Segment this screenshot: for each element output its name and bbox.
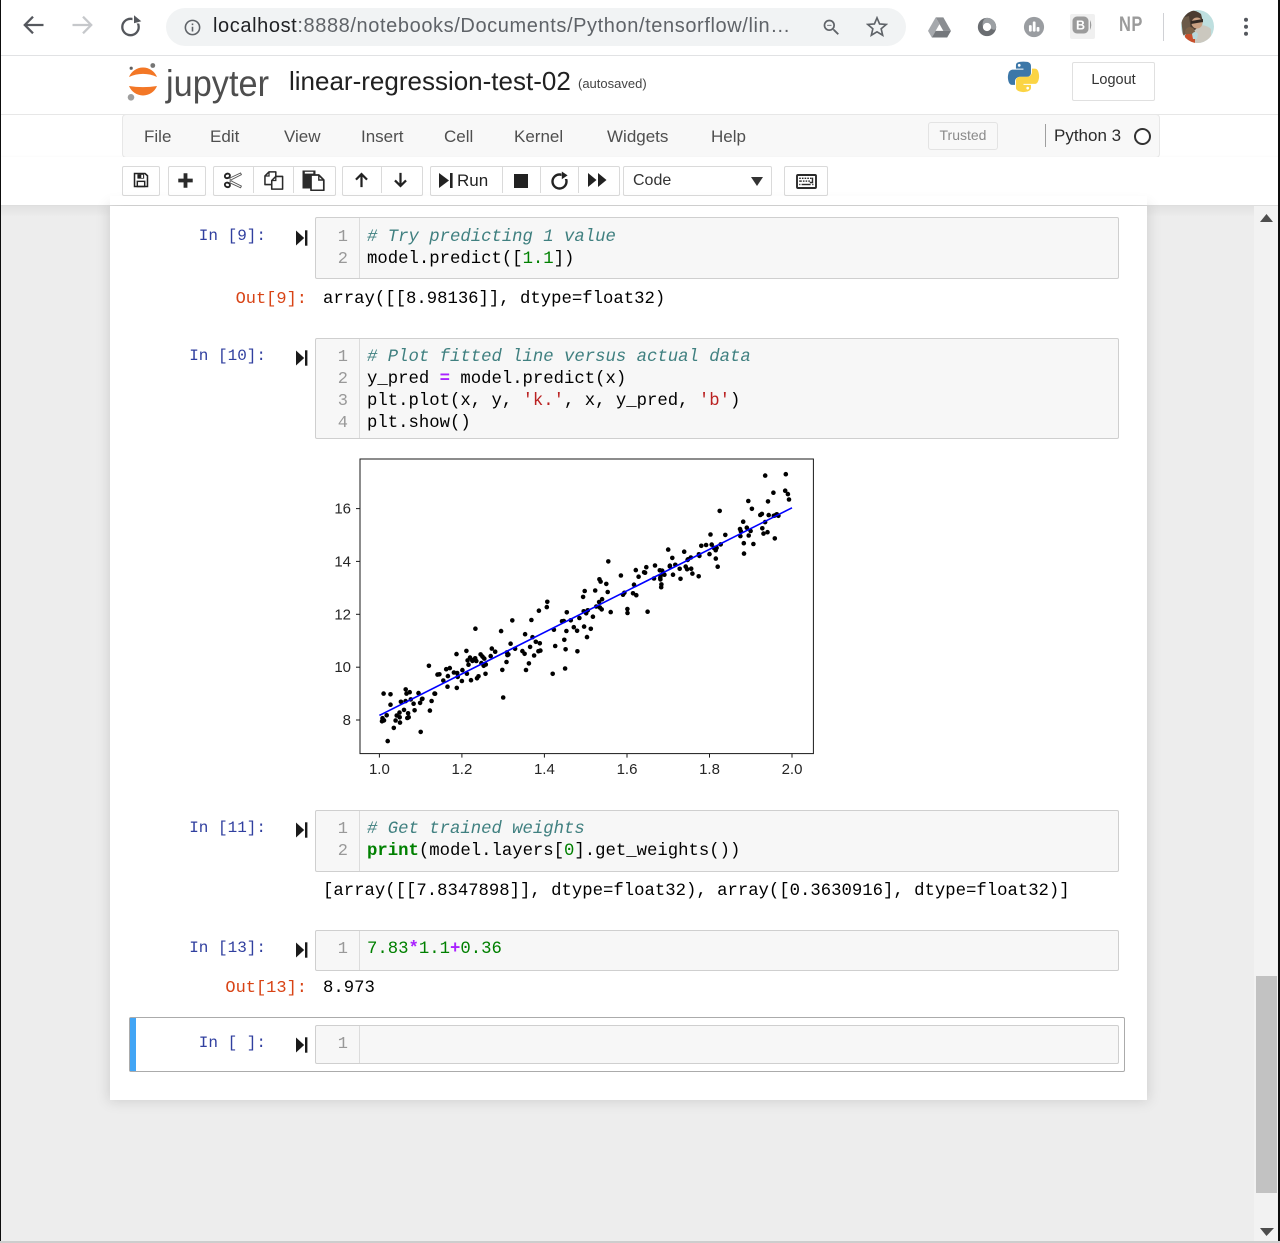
svg-text:1.4: 1.4	[534, 761, 555, 778]
svg-text:10: 10	[334, 659, 351, 676]
svg-text:2.0: 2.0	[782, 761, 803, 778]
svg-text:8: 8	[343, 712, 351, 729]
svg-text:14: 14	[334, 553, 351, 570]
svg-text:12: 12	[334, 606, 351, 623]
svg-text:1.2: 1.2	[451, 761, 472, 778]
svg-text:jupyter: jupyter	[165, 63, 269, 104]
svg-text:B: B	[1076, 19, 1085, 33]
svg-text:16: 16	[334, 501, 351, 518]
svg-text:1.6: 1.6	[617, 761, 638, 778]
svg-text:1.8: 1.8	[699, 761, 720, 778]
svg-text:1.0: 1.0	[369, 761, 390, 778]
